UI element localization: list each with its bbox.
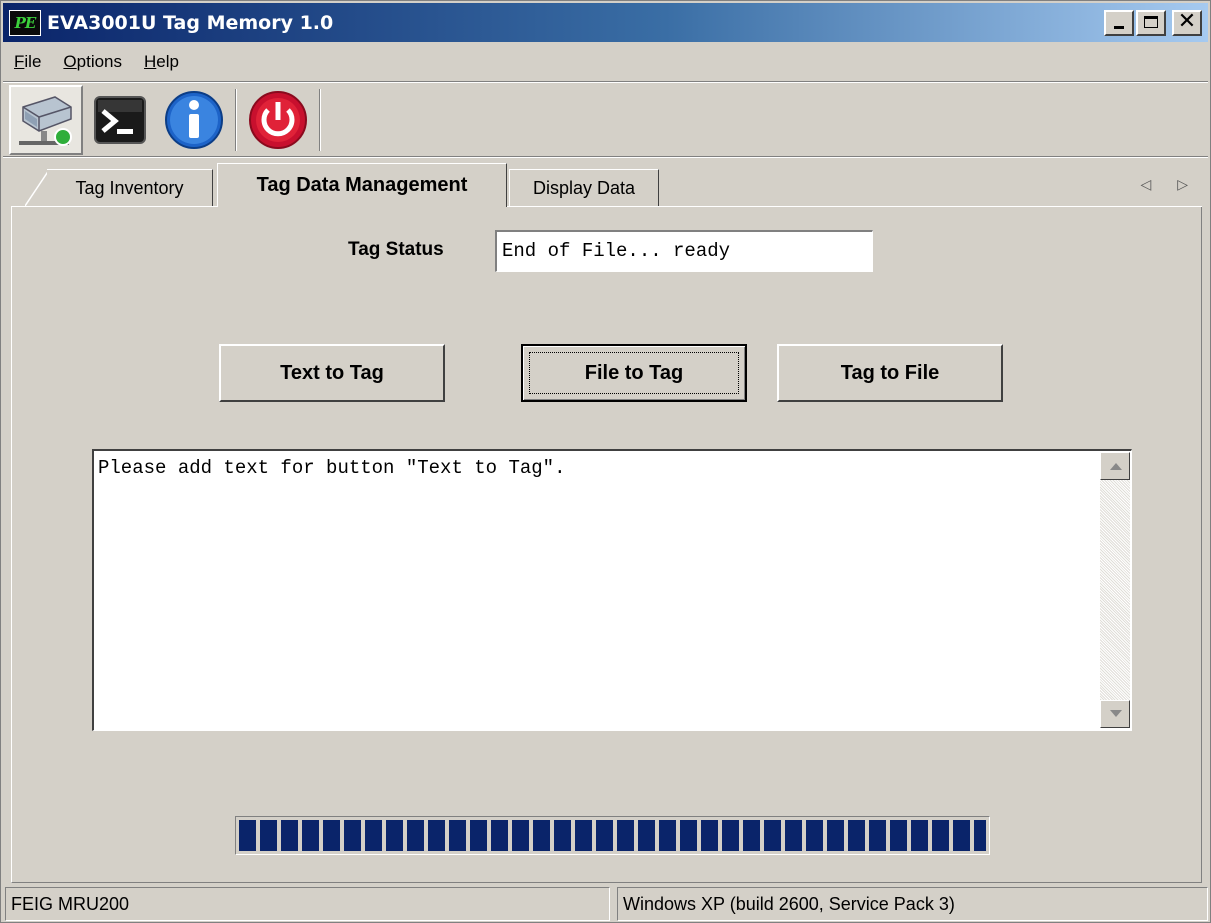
minimize-button[interactable] [1104,10,1134,36]
scroll-down-icon [1110,710,1122,717]
console-button[interactable] [83,85,157,155]
close-icon: ✕ [1177,9,1197,34]
tab-scroll-right-icon[interactable]: ▷ [1177,177,1188,193]
vertical-scrollbar[interactable] [1100,452,1130,728]
power-icon [249,91,307,149]
maximize-button[interactable] [1136,10,1166,36]
focus-rectangle [529,352,739,394]
tab-page-tag-data-management: Tag Status End of File... ready Text to … [11,207,1202,883]
tab-tag-data-management[interactable]: Tag Data Management [217,163,507,207]
tab-scroll-arrows: ◁ ▷ [1140,177,1188,193]
toolbar-separator-line [3,156,1208,158]
progress-fill [239,820,986,851]
scroll-up-icon [1110,463,1122,470]
tag-status-label: Tag Status [348,239,444,260]
memo-text: Please add text for button "Text to Tag"… [98,457,566,479]
progress-bar [235,816,990,855]
menu-file[interactable]: File [3,52,52,72]
minimize-icon [1114,26,1124,29]
scroll-up-button[interactable] [1100,452,1130,480]
toolbar-separator [235,89,237,151]
app-icon-text: PE [14,13,37,32]
network-drive-icon [19,96,72,146]
toolbar-separator-end [319,89,321,151]
menu-separator [3,81,1208,83]
tab-scroll-left-icon[interactable]: ◁ [1140,177,1151,193]
window-controls: ✕ [1104,9,1202,36]
console-icon [94,96,146,144]
info-button[interactable] [157,85,231,155]
info-icon [165,91,223,149]
maximize-icon [1144,16,1158,28]
app-window: PE EVA3001U Tag Memory 1.0 ✕ File Option… [0,0,1211,923]
status-panel-os: Windows XP (build 2600, Service Pack 3) [617,887,1208,921]
exit-button[interactable] [241,85,315,155]
status-panel-device: FEIG MRU200 [5,887,610,921]
menu-bar: File Options Help [3,45,190,79]
status-bar: FEIG MRU200 Windows XP (build 2600, Serv… [5,887,1208,921]
file-to-tag-button[interactable]: File to Tag [521,344,747,402]
app-icon[interactable]: PE [9,9,41,36]
connect-button[interactable] [9,85,83,155]
tag-to-file-button[interactable]: Tag to File [777,344,1003,402]
tab-strip: Tag Inventory Tag Data Management Displa… [11,159,1202,207]
title-bar[interactable]: PE EVA3001U Tag Memory 1.0 ✕ [3,3,1208,42]
scroll-down-button[interactable] [1100,700,1130,728]
window-title: EVA3001U Tag Memory 1.0 [47,11,334,34]
text-to-tag-button[interactable]: Text to Tag [219,344,445,402]
tag-status-field[interactable]: End of File... ready [495,230,873,272]
menu-options[interactable]: Options [52,52,133,72]
close-button[interactable]: ✕ [1172,9,1202,36]
tab-display-data[interactable]: Display Data [509,169,659,206]
text-memo[interactable]: Please add text for button "Text to Tag"… [92,449,1132,731]
toolbar [9,84,325,156]
tab-slant-decoration [25,169,49,207]
menu-help[interactable]: Help [133,52,190,72]
tab-tag-inventory[interactable]: Tag Inventory [47,169,213,206]
